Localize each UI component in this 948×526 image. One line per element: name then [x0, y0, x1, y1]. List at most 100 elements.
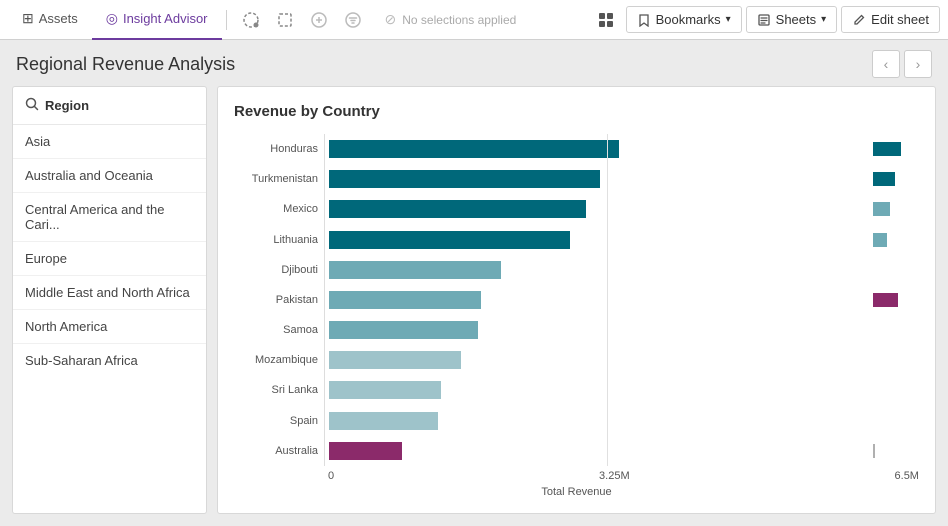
bar-row-8[interactable]	[329, 377, 869, 403]
y-label-0: Honduras	[234, 135, 318, 163]
y-label-3: Lithuania	[234, 226, 318, 254]
bars-area	[324, 134, 869, 466]
bookmarks-chevron: ▾	[726, 14, 731, 25]
chart-title: Revenue by Country	[234, 103, 919, 120]
bar-row-6[interactable]	[329, 317, 869, 343]
bar-main-0	[329, 140, 619, 158]
tab-assets[interactable]: ⊞ Assets	[8, 0, 92, 40]
x-axis-label-2: 6.5M	[895, 470, 919, 482]
sidebar-item-2[interactable]: Central America and the Cari...	[13, 193, 206, 242]
right-bar-row-10	[873, 438, 919, 464]
grid-view-button[interactable]	[590, 4, 622, 36]
bar-main-6	[329, 321, 478, 339]
rectangle-select-button[interactable]	[269, 4, 301, 36]
right-bar-5	[873, 293, 898, 307]
right-bar-0	[873, 142, 901, 156]
x-axis: 03.25M6.5M Total Revenue	[234, 466, 919, 498]
bar-main-5	[329, 291, 481, 309]
y-label-6: Samoa	[234, 316, 318, 344]
filter-button[interactable]	[337, 4, 369, 36]
no-selections-label: No selections applied	[402, 13, 516, 27]
y-label-8: Sri Lanka	[234, 376, 318, 404]
search-icon	[25, 97, 39, 114]
chart-area: Revenue by Country HondurasTurkmenistanM…	[217, 86, 936, 514]
right-bar-10	[873, 444, 875, 458]
bar-main-9	[329, 412, 438, 430]
bookmarks-button[interactable]: Bookmarks ▾	[626, 6, 742, 33]
bookmarks-label: Bookmarks	[656, 12, 721, 27]
lasso-select-button[interactable]	[235, 4, 267, 36]
right-panel	[869, 134, 919, 466]
chart-inner: HondurasTurkmenistanMexico LithuaniaDjibo…	[234, 134, 919, 466]
prev-page-button[interactable]: ‹	[872, 50, 900, 78]
sheets-label: Sheets	[776, 12, 816, 27]
sidebar-item-6[interactable]: Sub-Saharan Africa	[13, 344, 206, 377]
bar-main-2	[329, 200, 586, 218]
page-title-bar: Regional Revenue Analysis ‹ ›	[0, 40, 948, 86]
bar-row-2[interactable]	[329, 196, 869, 222]
edit-sheet-label: Edit sheet	[871, 12, 929, 27]
page-title: Regional Revenue Analysis	[16, 54, 235, 75]
edit-sheet-button[interactable]: Edit sheet	[841, 6, 940, 33]
insight-icon: ◎	[106, 10, 118, 27]
sidebar-item-0[interactable]: Asia	[13, 125, 206, 159]
sheets-button[interactable]: Sheets ▾	[746, 6, 838, 33]
bar-main-4	[329, 261, 501, 279]
bar-row-5[interactable]	[329, 287, 869, 313]
chart-container: HondurasTurkmenistanMexico LithuaniaDjibo…	[234, 134, 919, 498]
bar-main-7	[329, 351, 461, 369]
bar-main-1	[329, 170, 600, 188]
right-bar-row-1	[873, 166, 919, 192]
bar-row-10[interactable]	[329, 438, 869, 464]
sidebar-search-label: Region	[45, 98, 89, 113]
bar-main-3	[329, 231, 570, 249]
sidebar-items-list: AsiaAustralia and OceaniaCentral America…	[13, 125, 206, 377]
right-bar-row-4	[873, 257, 919, 283]
top-nav: ⊞ Assets ◎ Insight Advisor ⊘ No selectio…	[0, 0, 948, 40]
right-bar-row-6	[873, 317, 919, 343]
y-label-9: Spain	[234, 407, 318, 435]
bar-row-9[interactable]	[329, 408, 869, 434]
right-bar-row-0	[873, 136, 919, 162]
right-toolbar: Bookmarks ▾ Sheets ▾ Edit sheet	[590, 4, 940, 36]
tab-insight-advisor[interactable]: ◎ Insight Advisor	[92, 0, 222, 40]
y-label-7: Mozambique	[234, 346, 318, 374]
sidebar-item-1[interactable]: Australia and Oceania	[13, 159, 206, 193]
tab-assets-label: Assets	[39, 11, 78, 26]
bar-main-10	[329, 442, 402, 460]
sidebar-search-header: Region	[13, 87, 206, 125]
page-nav-arrows: ‹ ›	[872, 50, 932, 78]
sidebar-item-3[interactable]: Europe	[13, 242, 206, 276]
no-selections-icon: ⊘	[385, 11, 397, 28]
bar-row-3[interactable]	[329, 227, 869, 253]
no-selections-bar: ⊘ No selections applied	[373, 11, 590, 28]
y-label-5: Pakistan	[234, 286, 318, 314]
tab-insight-advisor-label: Insight Advisor	[123, 11, 208, 26]
right-bar-row-5	[873, 287, 919, 313]
sidebar-item-5[interactable]: North America	[13, 310, 206, 344]
next-page-button[interactable]: ›	[904, 50, 932, 78]
bar-row-7[interactable]	[329, 347, 869, 373]
sidebar-item-4[interactable]: Middle East and North Africa	[13, 276, 206, 310]
right-bar-row-8	[873, 377, 919, 403]
right-bar-row-2	[873, 196, 919, 222]
lasso-2-button[interactable]	[303, 4, 335, 36]
right-bar-row-7	[873, 347, 919, 373]
y-axis-labels: HondurasTurkmenistanMexico LithuaniaDjibo…	[234, 134, 324, 466]
x-axis-title: Total Revenue	[234, 484, 919, 498]
x-axis-labels: 03.25M6.5M	[234, 466, 919, 484]
bar-row-4[interactable]	[329, 257, 869, 283]
divider-1	[226, 10, 227, 30]
y-label-1: Turkmenistan	[234, 165, 318, 193]
bar-row-1[interactable]	[329, 166, 869, 192]
bar-row-0[interactable]	[329, 136, 869, 162]
y-label-4: Djibouti	[234, 256, 318, 284]
right-bar-3	[873, 233, 887, 247]
right-bar-row-9	[873, 408, 919, 434]
toolbar-icons	[235, 4, 369, 36]
region-sidebar: Region AsiaAustralia and OceaniaCentral …	[12, 86, 207, 514]
right-bar-row-3	[873, 227, 919, 253]
x-axis-label-1: 3.25M	[599, 470, 630, 482]
y-label-10: Australia	[234, 437, 318, 465]
y-label-2: Mexico	[234, 195, 318, 223]
